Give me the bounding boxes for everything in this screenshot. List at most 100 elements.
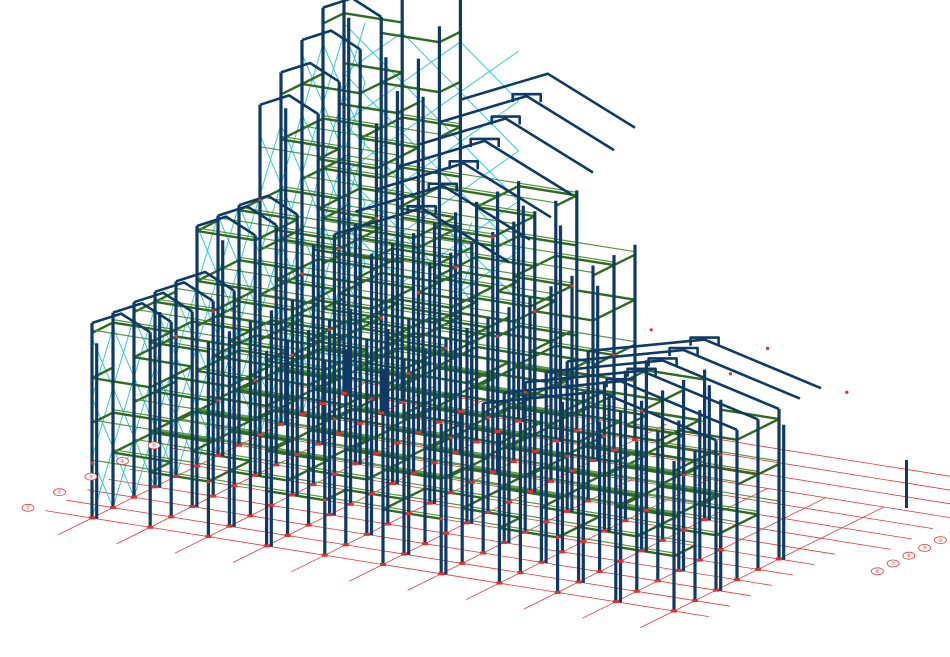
floor-beam-edge [720, 451, 780, 462]
support-node [315, 442, 322, 446]
joint-node [216, 399, 220, 403]
support-node [131, 495, 137, 499]
support-node [569, 469, 575, 473]
support-node [257, 433, 263, 437]
joint-node [174, 334, 178, 338]
support-node [776, 557, 782, 561]
joint-node [486, 415, 490, 420]
support-node [510, 460, 517, 464]
grid-bubble-label: ④ [120, 459, 125, 465]
support-node [696, 558, 703, 562]
support-node [305, 523, 312, 527]
support-node [548, 479, 554, 483]
floor-beam [171, 375, 230, 388]
floor-beam [592, 264, 615, 277]
floor-beam [301, 72, 324, 86]
grid-bubble: ⑦ [886, 559, 900, 568]
support-node [410, 471, 417, 475]
joint-node [682, 473, 686, 477]
roof-frame [301, 29, 361, 51]
support-node [436, 420, 443, 424]
grid-line [87, 489, 751, 597]
grid-bubble: ⑧ [902, 551, 916, 560]
support-node [231, 484, 238, 488]
grid-bubble: ④ [116, 457, 129, 465]
support-node [205, 535, 212, 539]
grid-bubble: ⑤ [147, 441, 161, 450]
grid-bubble: ⑥ [871, 567, 884, 576]
support-node [480, 551, 487, 555]
support-node [263, 544, 270, 548]
support-node [426, 501, 433, 505]
support-node [713, 588, 719, 592]
support-node [399, 401, 406, 404]
joint-node [337, 247, 341, 251]
joint-node [300, 272, 304, 276]
joint-node [454, 265, 458, 269]
floor-beam-edge [534, 262, 594, 274]
support-node [531, 449, 538, 453]
grid-line [66, 499, 730, 607]
support-node [612, 600, 619, 604]
joint-node [728, 372, 733, 376]
support-node [522, 530, 529, 534]
joint-node [211, 309, 215, 313]
grid-bubble-label: ⑨ [922, 546, 926, 552]
support-node [659, 538, 666, 542]
floor-beam [438, 80, 461, 94]
joint-node [556, 535, 560, 540]
support-node [363, 532, 370, 536]
support-node [273, 463, 280, 467]
joint-node [565, 454, 569, 458]
support-node [671, 609, 677, 613]
joint-node [533, 309, 537, 313]
support-node [289, 493, 296, 497]
floor-beam [720, 408, 780, 421]
support-node [496, 581, 503, 585]
grid-bubble-label: ⑩ [938, 538, 943, 544]
support-node [580, 540, 587, 543]
floor-beam [736, 473, 759, 486]
grid-bubble: ① [21, 503, 35, 512]
floor-beam [396, 101, 419, 115]
support-node [210, 494, 217, 498]
support-node [342, 543, 349, 547]
joint-node [491, 235, 495, 239]
joint-node [290, 353, 294, 357]
joint-node [379, 316, 383, 320]
support-node [373, 451, 380, 455]
support-node [341, 391, 347, 395]
joint-node [253, 378, 257, 382]
floor-beam [613, 253, 636, 267]
support-node [717, 548, 724, 552]
support-node [501, 541, 508, 545]
support-node [320, 402, 326, 406]
brace-member [175, 416, 198, 467]
brace-member [322, 43, 345, 94]
support-node [692, 599, 698, 603]
support-node [622, 519, 629, 523]
grid-bubble-label: ⑥ [875, 569, 880, 575]
support-node [352, 462, 359, 466]
support-node [543, 520, 550, 524]
support-node [459, 561, 466, 565]
support-node [638, 549, 645, 553]
support-node [538, 560, 545, 564]
support-node [401, 552, 407, 556]
floor-beam [133, 356, 193, 368]
floor-beam [343, 12, 403, 24]
joint-node [570, 284, 574, 288]
roof-frame [439, 94, 615, 152]
support-node [464, 521, 470, 525]
joint-node [602, 434, 607, 438]
floor-beam [555, 194, 578, 207]
support-node [617, 559, 624, 563]
support-node [299, 412, 305, 416]
grid-bubble-label: ③ [89, 474, 93, 480]
support-node [590, 459, 596, 462]
support-node [573, 428, 580, 432]
support-node [473, 440, 480, 444]
grid-bubble-label: ① [26, 506, 31, 512]
support-node [147, 525, 154, 529]
support-node [380, 563, 386, 566]
